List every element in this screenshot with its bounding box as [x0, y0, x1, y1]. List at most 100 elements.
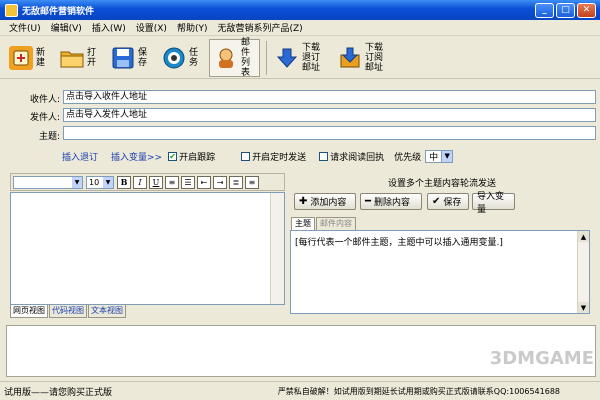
priority-value: 中	[429, 152, 439, 163]
menu-help[interactable]: 帮助(Y)	[172, 21, 213, 34]
sender-field[interactable]: 点击导入发件人地址	[63, 108, 596, 122]
title-bar: 无敌邮件营销软件 _ □ ✕	[0, 0, 600, 20]
chevron-down-icon: ▼	[441, 150, 453, 162]
subject-label: 主题:	[38, 132, 60, 142]
editor-scrollbar[interactable]	[270, 193, 284, 304]
menu-file[interactable]: 文件(U)	[4, 21, 46, 34]
priority-select[interactable]: 中 ▼	[425, 149, 454, 163]
menu-insert[interactable]: 插入(W)	[87, 21, 131, 34]
folder-icon	[60, 46, 84, 70]
read-receipt-checkbox[interactable]: 请求阅读回执	[319, 150, 384, 163]
plus-icon: ✚	[299, 196, 308, 207]
status-notice: 严禁私自破解！如试用版到期延长试用期或购买正式版请联系QQ:1006541688	[277, 386, 560, 396]
bold-button[interactable]: B	[117, 175, 131, 189]
editor-toolbar: ▼ 10 ▼ B I U ≡ ☰ ⇤ ⇥ ≣ ≡	[10, 173, 285, 191]
maximize-button[interactable]: □	[556, 2, 575, 18]
menu-settings[interactable]: 设置(X)	[131, 21, 172, 34]
timed-send-checkbox[interactable]: 开启定时发送	[241, 150, 306, 163]
download-unsub-label: 下载退订邮址	[302, 42, 321, 73]
status-trial: 试用版——请您购买正式版	[4, 387, 113, 398]
track-checkbox[interactable]: ✔ 开启跟踪	[168, 150, 215, 163]
save-icon	[111, 46, 135, 70]
tab-subject[interactable]: 主题	[291, 217, 315, 230]
view-tabs: 网页视图 代码视图 文本视图	[10, 305, 127, 318]
recipient-field[interactable]: 点击导入收件人地址	[63, 90, 596, 104]
download-icon	[275, 46, 299, 70]
new-label: 新建	[36, 47, 46, 68]
tab-mail-content[interactable]: 邮件内容	[316, 217, 356, 230]
scroll-down-icon[interactable]: ▼	[578, 302, 589, 313]
receipt-check-icon	[319, 151, 329, 161]
subject-field[interactable]	[63, 126, 596, 140]
add-content-button[interactable]: ✚ 添加内容	[294, 193, 356, 210]
new-button[interactable]: 新建	[5, 39, 54, 77]
download-sub-button[interactable]: 下载订阅邮址	[334, 39, 395, 77]
subject-tabs: 主题 邮件内容	[291, 217, 357, 230]
content-editor[interactable]	[10, 192, 285, 305]
save-label: 保存	[138, 47, 148, 68]
chevron-down-icon: ▼	[72, 176, 82, 188]
download-sub-icon	[338, 46, 362, 70]
tab-text-view[interactable]: 文本视图	[88, 305, 126, 318]
recipient-label: 收件人:	[29, 95, 60, 105]
options-row: 插入退订 插入变量>> ✔ 开启跟踪 开启定时发送 请求阅读回执 优先级 中 ▼	[0, 148, 600, 164]
subject-scrollbar[interactable]: ▲ ▼	[577, 231, 589, 313]
track-check-icon: ✔	[168, 151, 178, 161]
mail-list-button[interactable]: 邮件列表	[209, 37, 260, 78]
task-button[interactable]: 任务	[158, 39, 207, 77]
timed-check-icon	[241, 151, 251, 161]
task-label: 任务	[189, 47, 199, 68]
check-icon: ✔	[432, 196, 441, 207]
app-icon	[5, 3, 18, 17]
main-toolbar: 新建 打开 保存 任务 邮件列表 下载退订邮址 下载订阅邮址	[0, 37, 600, 79]
save-subject-label: 保存	[443, 198, 462, 208]
close-button[interactable]: ✕	[577, 2, 596, 18]
new-icon	[9, 45, 33, 70]
task-icon	[162, 46, 186, 70]
toolbar-separator	[266, 40, 267, 75]
scroll-up-icon[interactable]: ▲	[578, 231, 589, 242]
menu-edit[interactable]: 编辑(V)	[46, 21, 87, 34]
window-title: 无敌邮件营销软件	[22, 6, 95, 17]
open-label: 打开	[87, 47, 97, 68]
track-label: 开启跟踪	[179, 152, 216, 163]
mail-list-icon	[214, 46, 238, 70]
font-family-select[interactable]: ▼	[13, 175, 83, 189]
mail-list-label: 邮件列表	[241, 37, 251, 78]
ordered-list-icon[interactable]: ≡	[165, 175, 179, 189]
open-button[interactable]: 打开	[56, 39, 105, 77]
receipt-label: 请求阅读回执	[330, 152, 385, 163]
save-subject-button[interactable]: ✔ 保存	[427, 193, 469, 210]
subject-list-editor[interactable]: [每行代表一个邮件主题，主题中可以插入通用变量.] ▲ ▼	[290, 230, 590, 314]
watermark-logo: 3DMGAME	[489, 348, 594, 369]
insert-unsub-link[interactable]: 插入退订	[62, 150, 98, 163]
save-button[interactable]: 保存	[107, 39, 156, 77]
sender-label: 发件人:	[29, 113, 60, 123]
priority-label: 优先级	[394, 152, 422, 163]
download-unsub-button[interactable]: 下载退订邮址	[271, 39, 332, 77]
subject-hint: [每行代表一个邮件主题，主题中可以插入通用变量.]	[295, 238, 503, 248]
font-size-select[interactable]: 10 ▼	[86, 175, 114, 189]
delete-content-button[interactable]: ━ 删除内容	[360, 193, 422, 210]
import-variable-label: 导入变量	[477, 191, 505, 215]
subject-panel-title: 设置多个主题内容轮流发送	[388, 179, 497, 189]
insert-variable-link[interactable]: 插入变量>>	[111, 150, 162, 163]
underline-button[interactable]: U	[149, 175, 163, 189]
outdent-icon[interactable]: ⇤	[197, 175, 211, 189]
indent-icon[interactable]: ⇥	[213, 175, 227, 189]
align-center-icon[interactable]: ≡	[245, 175, 259, 189]
chevron-down-icon: ▼	[103, 176, 113, 188]
tab-web-view[interactable]: 网页视图	[10, 305, 48, 318]
minimize-button[interactable]: _	[535, 2, 554, 18]
delete-content-label: 删除内容	[374, 198, 411, 208]
italic-button[interactable]: I	[133, 175, 147, 189]
import-variable-button[interactable]: 导入变量	[472, 192, 515, 215]
align-left-icon[interactable]: ≣	[229, 175, 243, 189]
bullet-list-icon[interactable]: ☰	[181, 175, 195, 189]
tab-code-view[interactable]: 代码视图	[49, 305, 87, 318]
download-sub-label: 下载订阅邮址	[365, 42, 384, 73]
minus-icon: ━	[365, 196, 372, 207]
status-bar: 试用版——请您购买正式版 严禁私自破解！如试用版到期延长试用期或购买正式版请联系…	[0, 381, 600, 400]
menu-products[interactable]: 无敌营销系列产品(Z)	[212, 21, 307, 34]
add-content-label: 添加内容	[310, 198, 347, 208]
